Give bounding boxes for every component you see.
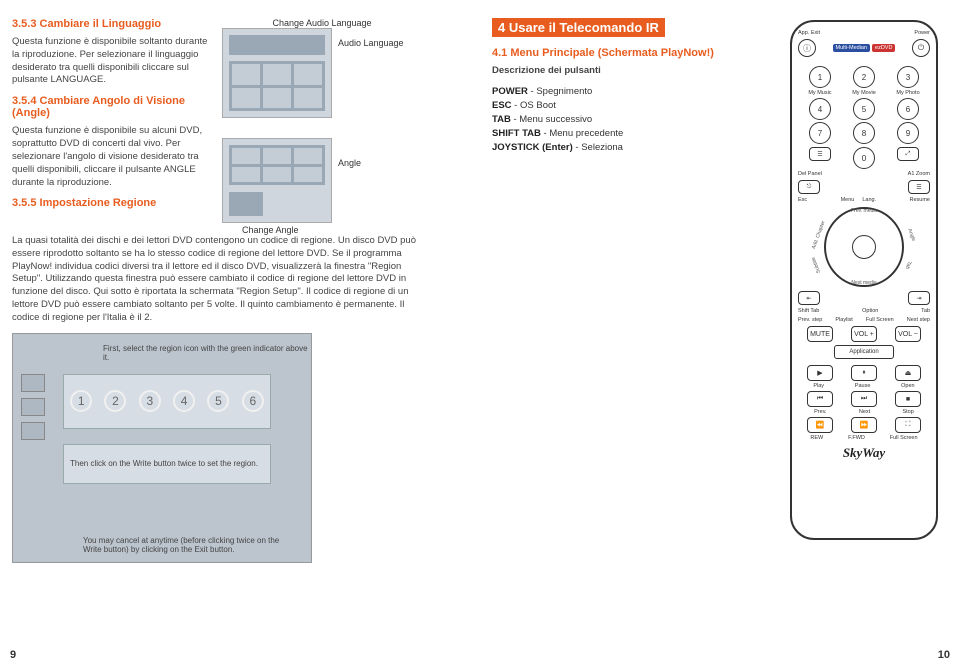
remote-power-button: ⏻ (912, 39, 930, 57)
remote-application-button: Application (834, 345, 894, 359)
audio-label-right: Audio Language (338, 38, 404, 48)
remote-num-2: 2 (853, 66, 875, 88)
remote-shift-tab-button: ⇤ (798, 291, 820, 305)
remote-control-diagram: App. Exit Power ⓘ Multi-Median ezDVD ⏻ 1… (790, 20, 938, 540)
remote-a1zoom-label: A1 Zoom (908, 171, 930, 177)
page-number-right: 10 (938, 649, 950, 661)
remote-rew-button: ⏪ (807, 417, 833, 433)
region-setup-screenshot: First, select the region icon with the g… (12, 333, 312, 563)
angle-screenshot (222, 138, 332, 223)
remote-enter-button (852, 235, 876, 259)
remote-multi-median-pill: Multi-Median (833, 44, 870, 52)
kv-joystick: JOYSTICK (Enter) - Seleziona (492, 142, 762, 153)
remote-play-button: ▶ (807, 365, 833, 381)
remote-next-label: Next (859, 409, 870, 415)
remote-subtitle-label: Subtitle (811, 256, 822, 274)
remote-vol-up-button: VOL + (851, 326, 877, 342)
remote-angle-label: Angle (907, 228, 917, 242)
remote-open-label: Open (901, 383, 914, 389)
audio-language-screenshot (222, 28, 332, 118)
remote-menu-button: ☰ (908, 180, 930, 194)
sec-41-title: 4.1 Menu Principale (Schermata PlayNow!) (492, 47, 762, 59)
remote-vol-down-button: VOL − (895, 326, 921, 342)
audio-label-top: Change Audio Language (222, 18, 422, 28)
remote-tab-label2: Tab (921, 308, 930, 314)
remote-num-8: 8 (853, 122, 875, 144)
angle-label-bottom: Change Angle (242, 225, 422, 235)
remote-pause-button: ⏸ (851, 365, 877, 381)
remote-ffwd-button: ⏩ (851, 417, 877, 433)
remote-lang-label: Lang. (862, 197, 876, 203)
remote-prev-media-label: Prev. media (851, 208, 877, 214)
remote-add-chapter-label: Add. Chapter (811, 220, 827, 250)
remote-tab-label: Tab (904, 260, 912, 270)
remote-mymovie-label: My Movie (852, 90, 876, 96)
remote-zoom-button: ⤢ (897, 147, 919, 161)
remote-esc-button: ⎋ (798, 180, 820, 194)
region-hint-3: You may cancel at anytime (before clicki… (83, 536, 283, 554)
remote-next-button: ⏭ (851, 391, 877, 407)
remote-nav-circle: Prev. media Next media Add. Chapter Angl… (824, 207, 904, 287)
sec-355-body: La quasi totalità dei dischi e dei letto… (12, 235, 432, 325)
page-number-left: 9 (10, 649, 16, 661)
remote-esc-label: Esc (798, 197, 807, 203)
remote-num-6: 6 (897, 98, 919, 120)
remote-fullscreen-label: Full Screen (866, 317, 894, 323)
remote-num-0: 0 (853, 147, 875, 169)
sec-353-body: Questa funzione è disponibile soltanto d… (12, 36, 212, 87)
remote-fullscreen-label2: Full Screen (890, 435, 918, 441)
remote-num-5: 5 (853, 98, 875, 120)
remote-stop-button: ■ (895, 391, 921, 407)
remote-del-panel-label: Del Panel (798, 171, 822, 177)
kv-shift-tab: SHIFT TAB - Menu precedente (492, 128, 762, 139)
remote-num-9: 9 (897, 122, 919, 144)
remote-mute-button: MUTE (807, 326, 833, 342)
remote-mymusic-label: My Music (808, 90, 831, 96)
remote-resume-label: Resume (910, 197, 930, 203)
sec-354-body: Questa funzione è disponibile su alcuni … (12, 125, 212, 189)
region-hint-2: Then click on the Write button twice to … (63, 444, 271, 484)
remote-stop-label: Stop (902, 409, 913, 415)
remote-prev-step-label: Prev. step (798, 317, 822, 323)
kv-power: POWER - POWER - SpegnimentoSpegnimento (492, 86, 762, 97)
remote-tab-button: ⇥ (908, 291, 930, 305)
remote-fullscreen-button: ⛶ (895, 417, 921, 433)
remote-app-exit-label: App. Exit (798, 30, 820, 36)
kv-esc: ESC - OS Boot (492, 100, 762, 111)
sec-4-title: 4 Usare il Telecomando IR (492, 18, 665, 37)
remote-num-7: 7 (809, 122, 831, 144)
region-hint-1: First, select the region icon with the g… (103, 344, 311, 362)
remote-open-button: ⏏ (895, 365, 921, 381)
kv-tab: TAB - Menu successivo (492, 114, 762, 125)
sec-355-title: 3.5.5 Impostazione Regione (12, 197, 212, 209)
remote-brand: SkyWay (798, 445, 930, 461)
remote-num-3: 3 (897, 66, 919, 88)
remote-num-1: 1 (809, 66, 831, 88)
remote-ffwd-label: F.FWD (848, 435, 865, 441)
remote-app-exit-button: ⓘ (798, 39, 816, 57)
remote-prev-label: Prev. (814, 409, 826, 415)
remote-rew-label: REW (810, 435, 823, 441)
remote-menu-label: Menu (841, 197, 855, 203)
remote-playlist-label: Playlist (835, 317, 852, 323)
remote-prev-button: ⏮ (807, 391, 833, 407)
remote-next-media-label: Next media (851, 280, 876, 286)
remote-pause-label: Pause (855, 383, 871, 389)
remote-power-label: Power (914, 30, 930, 36)
remote-option-label: Option (862, 308, 878, 314)
remote-shift-tab-label: Shift Tab (798, 308, 819, 314)
angle-label-right: Angle (338, 158, 361, 168)
sec-353-title: 3.5.3 Cambiare il Linguaggio (12, 18, 212, 30)
remote-next-step-label: Next step (907, 317, 930, 323)
desc-title: Descrizione dei pulsanti (492, 65, 601, 76)
remote-myphoto-label: My Photo (896, 90, 919, 96)
remote-play-label: Play (813, 383, 824, 389)
sec-354-title: 3.5.4 Cambiare Angolo di Visione (Angle) (12, 95, 212, 119)
remote-num-4: 4 (809, 98, 831, 120)
remote-del-panel-button: ☰ (809, 147, 831, 161)
remote-ezdvd-pill: ezDVD (872, 44, 895, 52)
